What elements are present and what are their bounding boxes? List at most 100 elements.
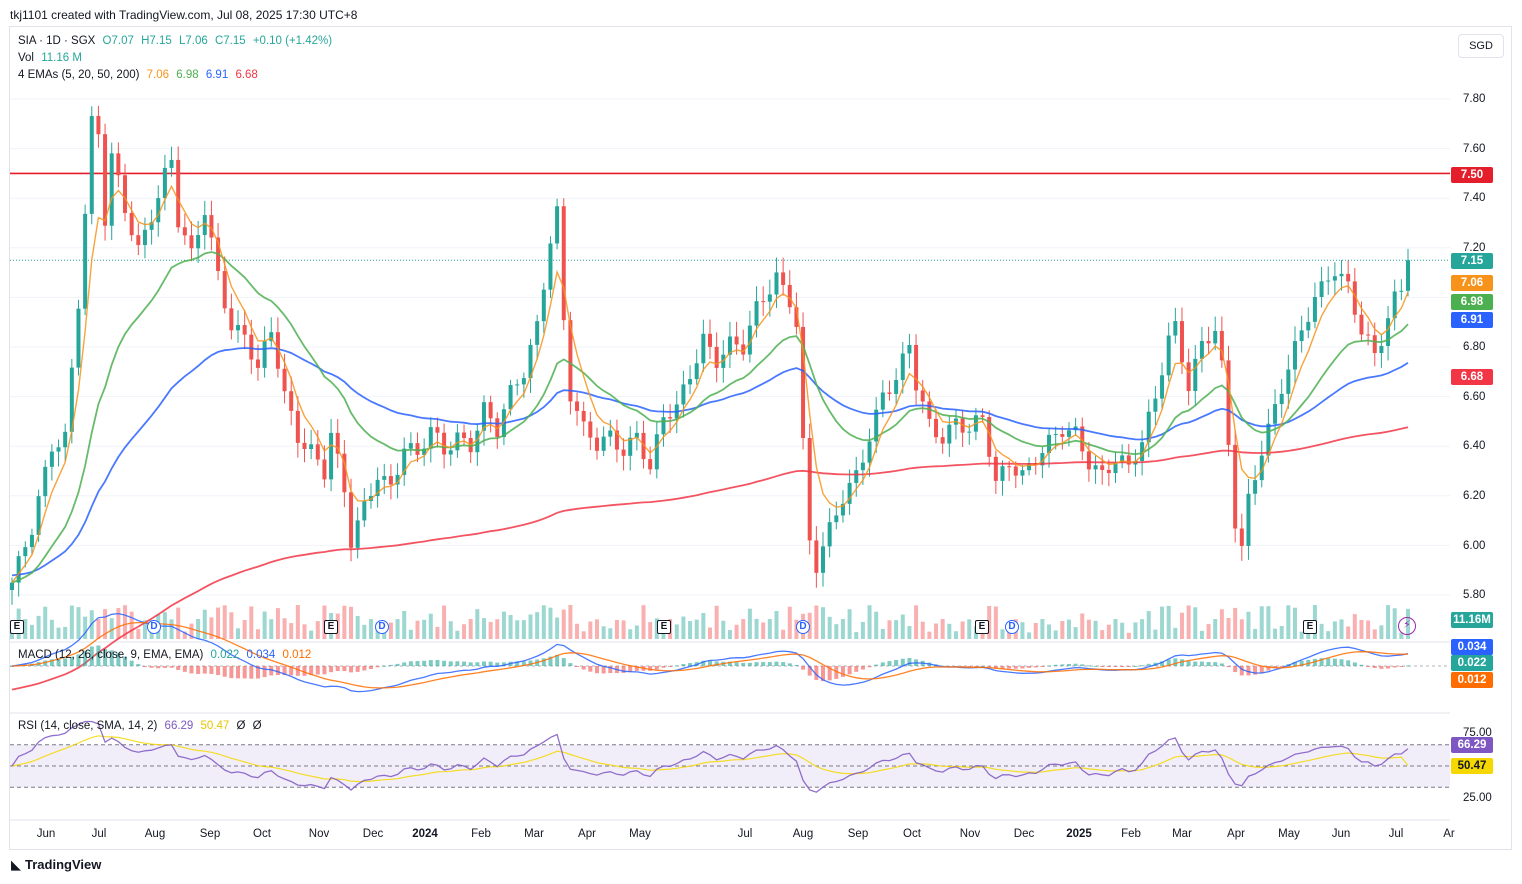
macd-histogram-bar [1392, 666, 1397, 668]
dividend-marker[interactable]: D [1005, 620, 1019, 634]
volume-bar [1273, 628, 1278, 639]
volume-bar [116, 608, 121, 639]
macd-histogram-bar [1199, 661, 1204, 666]
macd-histogram-bar [668, 666, 673, 667]
x-tick: 2025 [1066, 828, 1092, 840]
dividend-marker[interactable]: D [375, 620, 389, 634]
volume-bar [555, 617, 560, 639]
candle-body [814, 540, 819, 573]
macd-histogram-bar [156, 666, 161, 669]
candle-body [23, 547, 28, 557]
candle-body [408, 443, 413, 449]
candle-body [1013, 466, 1018, 476]
ema-legend[interactable]: 4 EMAs (5, 20, 50, 200) 7.06 6.98 6.91 6… [18, 69, 262, 81]
candle-body [1406, 260, 1410, 291]
candle-body [940, 437, 945, 444]
candle-body [462, 432, 467, 439]
volume-bar [528, 614, 533, 639]
candle-body [309, 444, 314, 450]
macd-histogram-bar [1399, 666, 1404, 667]
volume-bar [1140, 619, 1145, 639]
volume-bar [854, 632, 859, 639]
volume-bar [940, 619, 945, 639]
volume-bar [781, 629, 786, 639]
macd-histogram-bar [1106, 666, 1111, 667]
macd-histogram-bar [275, 666, 280, 676]
volume-bar [914, 605, 919, 639]
currency-button[interactable]: SGD [1458, 34, 1504, 58]
chart-canvas[interactable] [0, 0, 1522, 884]
ema50-value: 6.91 [205, 69, 229, 81]
candle-body [541, 289, 546, 322]
candle-body [1379, 345, 1384, 354]
earnings-marker[interactable]: E [975, 620, 989, 634]
volume-bar [1266, 606, 1271, 639]
volume-bar [907, 626, 912, 639]
volume-bar [1253, 628, 1258, 639]
x-tick: Jun [1331, 828, 1351, 840]
volume-bar [1339, 619, 1344, 639]
volume-bar [176, 607, 181, 639]
macd-histogram-bar [442, 660, 447, 666]
candle-body [854, 470, 859, 483]
macd-histogram-bar [382, 665, 387, 667]
volume-bar [222, 605, 227, 639]
volume-bar [1193, 607, 1198, 639]
macd-legend[interactable]: MACD (12, 26, close, 9, EMA, EMA) 0.022 … [18, 649, 315, 661]
earnings-marker[interactable]: E [657, 620, 671, 634]
macd-histogram-bar [1259, 666, 1264, 673]
volume-bar [548, 607, 553, 639]
volume-bar [262, 611, 267, 639]
x-tick: Nov [308, 828, 330, 840]
x-tick: Feb [471, 828, 491, 840]
candle-body [96, 115, 101, 135]
macd-histogram-bar [1053, 664, 1058, 666]
macd-histogram-bar [1346, 660, 1351, 666]
earnings-marker[interactable]: E [324, 620, 338, 634]
rsi-band [10, 744, 1450, 788]
earnings-marker[interactable]: E [10, 620, 24, 634]
candle-body [302, 442, 307, 450]
candle-body [282, 368, 287, 392]
volume-bar [900, 614, 905, 639]
volume-bar [422, 619, 427, 639]
symbol-legend[interactable]: SIA · 1D · SGX O7.07 H7.15 L7.06 C7.15 +… [18, 35, 336, 47]
dividend-marker[interactable]: D [147, 620, 161, 634]
macd-histogram-bar [422, 660, 427, 666]
macd-histogram-bar [395, 663, 400, 666]
lightning-icon[interactable]: ⚡ [1398, 617, 1416, 635]
volume-bar [1080, 613, 1085, 639]
rsi-legend[interactable]: RSI (14, close, SMA, 14, 2) 66.29 50.47 … [18, 720, 266, 732]
volume-bar [242, 620, 247, 639]
volume-bar [1100, 630, 1105, 639]
volume-bar [947, 623, 952, 639]
x-tick: Aug [144, 828, 166, 840]
volume-bar [448, 621, 453, 639]
candle-body [488, 402, 493, 419]
dividend-marker[interactable]: D [796, 620, 810, 634]
macd-histogram-bar [854, 666, 859, 672]
macd-histogram-bar [1226, 666, 1231, 668]
macd-histogram-bar [794, 665, 799, 667]
candle-body [1199, 340, 1204, 359]
ema20-line [11, 251, 1409, 584]
candle-body [681, 384, 686, 405]
macd-histogram-bar [1339, 659, 1344, 666]
volume-bar [1372, 629, 1377, 639]
volume-bar [295, 605, 300, 639]
candle-body [1399, 290, 1404, 292]
volume-bar [462, 624, 467, 639]
candle-body [242, 324, 247, 335]
macd-histogram-bar [1233, 666, 1238, 673]
y-tick: 6.60 [1463, 391, 1486, 403]
tradingview-logo[interactable]: ◣ TradingView [11, 857, 101, 873]
candle-body [1299, 330, 1304, 342]
macd-histogram-bar [568, 663, 573, 666]
earnings-marker[interactable]: E [1303, 620, 1317, 634]
rsi-ma-value: 50.47 [200, 720, 230, 732]
candle-body [83, 213, 88, 309]
macd-histogram-bar [488, 661, 493, 666]
candle-body [189, 235, 194, 249]
volume-legend[interactable]: Vol 11.16 M [18, 52, 86, 64]
volume-bar [694, 619, 699, 639]
